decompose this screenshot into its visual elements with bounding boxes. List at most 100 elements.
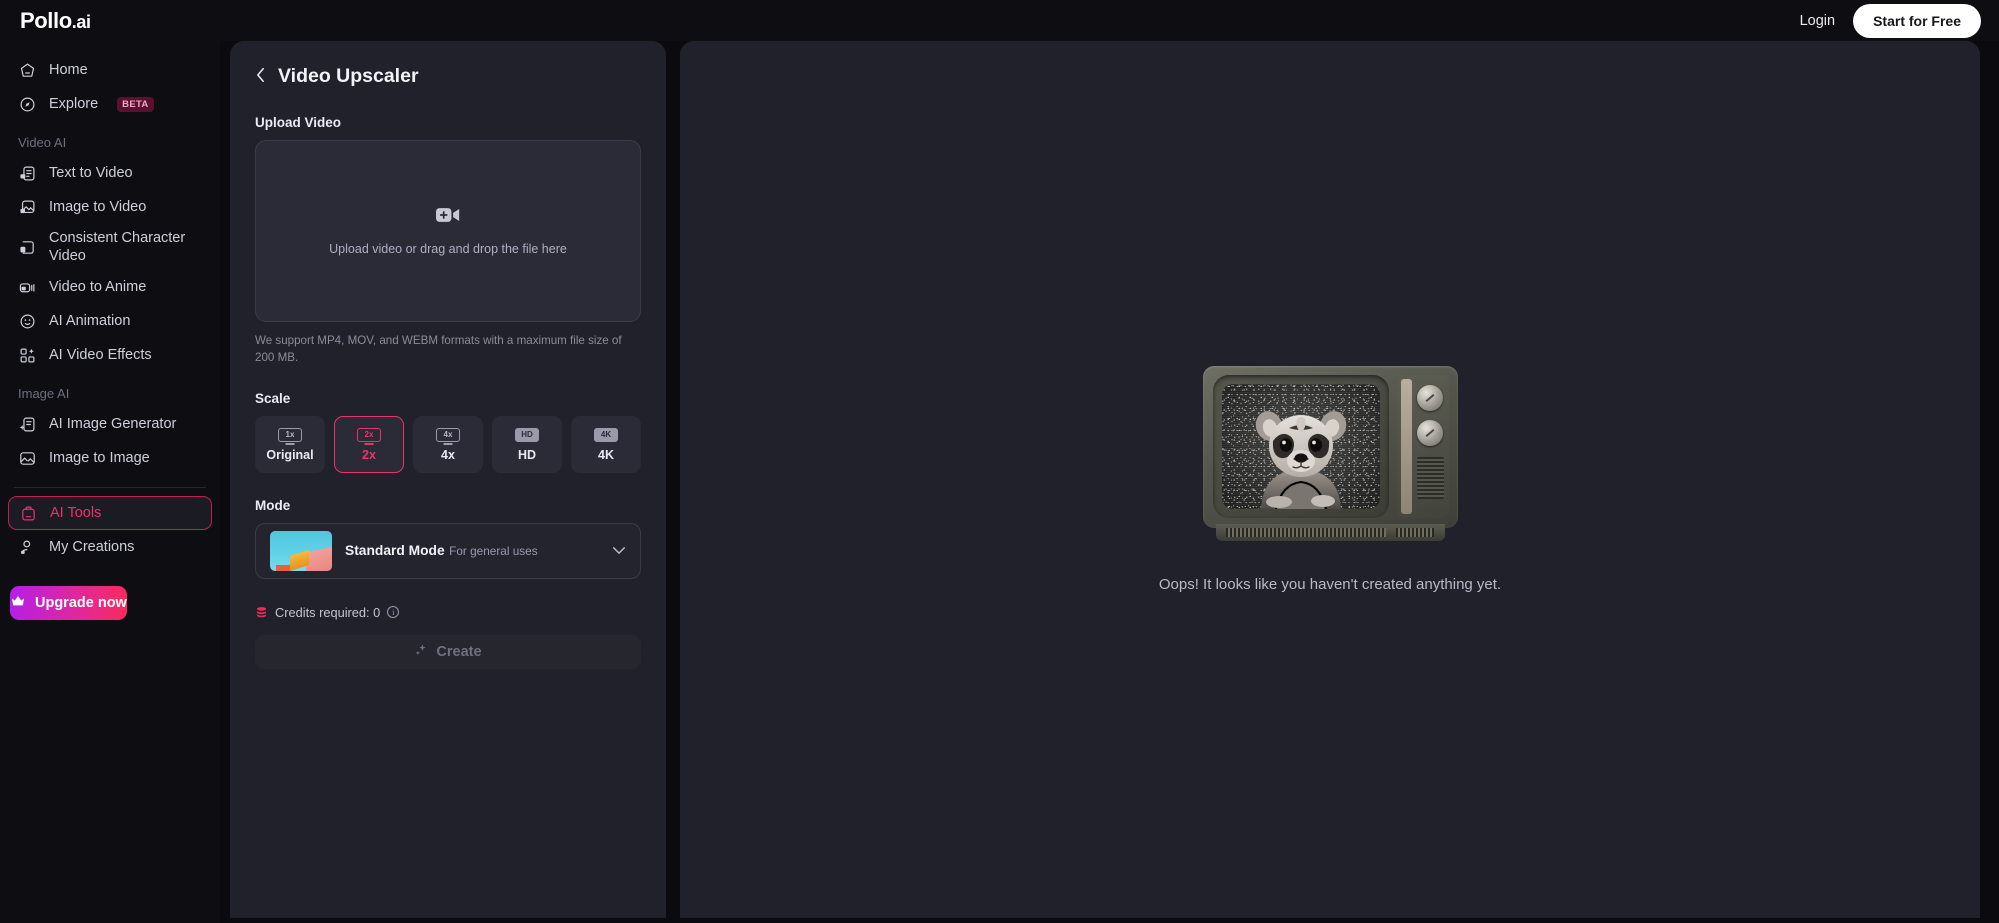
sidebar-item-label: Home [49, 61, 88, 78]
scale-option-2x[interactable]: 2x 2x [334, 415, 404, 473]
sidebar-item-label: AI Animation [49, 312, 131, 329]
text-to-video-icon [18, 164, 37, 183]
sidebar-item-ai-image-generator[interactable]: AI Image Generator [8, 407, 212, 441]
chevron-left-icon[interactable] [255, 67, 267, 87]
sidebar-item-ai-animation[interactable]: AI Animation [8, 304, 212, 338]
thumb-building-red [276, 564, 290, 571]
scale-section-label: Scale [255, 390, 291, 406]
scale-option-4x[interactable]: 4x 4x [413, 415, 483, 473]
top-bar-actions: Login Start for Free [1800, 0, 1981, 41]
credits-required-row: Credits required: 0 i [255, 605, 641, 620]
ai-image-generator-icon [18, 415, 37, 434]
sidebar-item-video-to-anime[interactable]: Video to Anime [8, 270, 212, 304]
scale-option-label: 4x [441, 448, 455, 463]
sidebar-item-home[interactable]: Home [8, 53, 212, 87]
sidebar-group-title-image-ai: Image AI [18, 386, 70, 401]
scale-option-original[interactable]: 1x Original [255, 415, 325, 473]
monitor-stand [285, 443, 295, 445]
sidebar-item-my-creations[interactable]: My Creations [8, 530, 212, 564]
info-icon[interactable]: i [387, 606, 400, 619]
scale-badge: 4x [436, 427, 460, 442]
app-root: Pollo.ai Login Start for Free Home Explo… [0, 0, 1999, 923]
page-title: Video Upscaler [278, 65, 419, 87]
create-button[interactable]: Create [255, 634, 641, 669]
thumb-building-pink [306, 546, 332, 571]
mode-section-label: Mode [255, 497, 291, 513]
tv-screen [1221, 384, 1380, 509]
sidebar-divider [14, 487, 206, 488]
sidebar-item-label: Image to Video [49, 198, 147, 215]
sidebar-item-label: Consistent Character Video [49, 229, 186, 264]
credits-required-text: Credits required: 0 [275, 604, 381, 620]
monitor-4x-icon: 4x [435, 426, 461, 445]
beta-badge: BETA [117, 96, 154, 112]
mode-text-group: Standard Mode For general uses [345, 542, 599, 560]
upgrade-now-button[interactable]: Upgrade now [10, 586, 127, 620]
sidebar-item-image-to-video[interactable]: Image to Video [8, 190, 212, 224]
video-to-anime-icon [18, 278, 37, 297]
empty-state-text: Oops! It looks like you haven't created … [1158, 576, 1502, 593]
monitor-hd-icon: HD [514, 426, 540, 443]
sidebar-item-consistent-character-video[interactable]: Consistent Character Video [8, 224, 212, 270]
scale-badge: 2x [357, 427, 381, 442]
scale-option-label: 2x [362, 448, 376, 463]
video-upload-dropzone[interactable]: Upload video or drag and drop the file h… [255, 140, 641, 322]
top-bar: Pollo.ai Login Start for Free [0, 0, 1999, 41]
scale-badge: 1x [278, 427, 302, 442]
consistent-character-icon [18, 238, 37, 257]
start-for-free-button[interactable]: Start for Free [1853, 3, 1981, 38]
sparkle-icon [414, 643, 428, 661]
toolbox-icon [19, 504, 38, 523]
sidebar-item-label: Image to Image [49, 449, 150, 466]
scale-badge: 4K [594, 427, 618, 442]
tv-control-panel [1396, 375, 1449, 518]
image-to-video-icon [18, 198, 37, 217]
brand-logo[interactable]: Pollo.ai [20, 7, 91, 33]
compass-icon [18, 95, 37, 114]
monitor-stand [443, 443, 453, 445]
sidebar-item-image-to-image[interactable]: Image to Image [8, 441, 212, 475]
dropzone-text: Upload video or drag and drop the file h… [329, 242, 567, 256]
tv-body [1202, 366, 1458, 528]
monitor-stand [523, 443, 532, 444]
tv-speaker-grille [1416, 457, 1444, 499]
sidebar-item-label: My Creations [49, 538, 135, 555]
mode-selected-desc: For general uses [449, 543, 538, 558]
sidebar-item-explore[interactable]: Explore BETA [8, 87, 212, 121]
sidebar-item-label: AI Video Effects [49, 346, 152, 363]
tv-vent-left [1225, 528, 1386, 537]
monitor-stand [602, 443, 611, 444]
scale-option-label: 4K [598, 448, 614, 463]
video-upscaler-config-panel: Video Upscaler Upload Video Upload video… [230, 41, 666, 918]
panel-header: Video Upscaler [255, 65, 641, 88]
mode-thumbnail [270, 530, 332, 571]
scale-option-4k[interactable]: 4K 4K [571, 415, 641, 473]
scale-option-hd[interactable]: HD HD [492, 415, 562, 473]
sidebar-item-text-to-video[interactable]: Text to Video [8, 156, 212, 190]
monitor-2x-icon: 2x [356, 426, 382, 445]
result-canvas-panel: Oops! It looks like you haven't created … [680, 41, 1980, 918]
tv-knob-tuner [1416, 420, 1443, 446]
create-button-label: Create [436, 643, 482, 660]
credits-coin-icon [255, 606, 268, 619]
scale-option-label: Original [266, 448, 314, 463]
retro-tv-raccoon-illustration [1202, 366, 1458, 546]
upgrade-label: Upgrade now [35, 595, 127, 611]
upload-section-label: Upload Video [255, 115, 342, 130]
sidebar-item-label: AI Image Generator [49, 415, 177, 432]
home-icon [18, 61, 37, 80]
ai-video-effects-icon [18, 346, 37, 365]
sidebar-item-label: Text to Video [49, 164, 133, 181]
tv-screen-bezel [1212, 375, 1389, 518]
mode-dropdown[interactable]: Standard Mode For general uses [255, 522, 641, 579]
login-link[interactable]: Login [1800, 13, 1835, 29]
scale-option-label: HD [517, 448, 537, 463]
brand-name: Pollo [20, 7, 72, 33]
sidebar-item-ai-video-effects[interactable]: AI Video Effects [8, 338, 212, 372]
raccoon-illustration [1255, 411, 1346, 509]
tv-knob-channel [1416, 385, 1443, 411]
sidebar-item-ai-tools[interactable]: AI Tools [8, 496, 212, 530]
scale-badge: HD [515, 427, 539, 442]
brand-suffix: .ai [71, 11, 91, 32]
chevron-down-icon[interactable] [612, 543, 626, 558]
